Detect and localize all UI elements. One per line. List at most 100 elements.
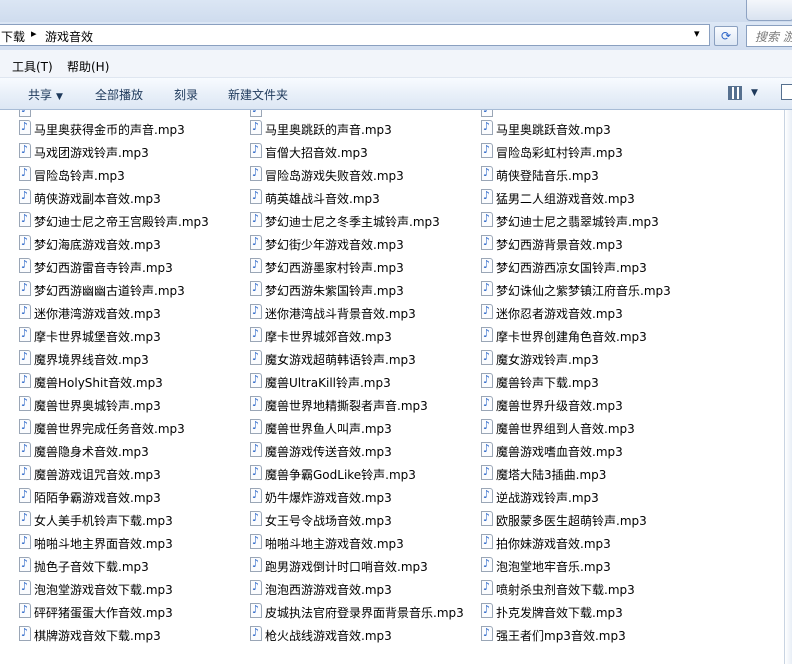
file-name: 魔兽隐身术音效.mp3: [34, 445, 149, 459]
audio-file-icon: [250, 350, 262, 365]
audio-file-icon: [481, 120, 493, 135]
file-name: 梦幻西游西凉女国铃声.mp3: [496, 261, 647, 275]
file-name: 猛男二人组游戏音效.mp3: [496, 192, 635, 206]
audio-file-icon: [19, 626, 31, 641]
file-name: 萌英雄战斗音效.mp3: [265, 192, 380, 206]
audio-file-icon: [481, 465, 493, 480]
audio-file-icon: [481, 419, 493, 434]
audio-file-icon: [250, 580, 262, 595]
address-history-dropdown-icon[interactable]: ▾: [694, 27, 700, 40]
file-name: 扑克发牌音效下载.mp3: [496, 606, 623, 620]
file-name: 冒险岛铃声.mp3: [34, 169, 125, 183]
file-name: 萌侠游戏副本音效.mp3: [34, 192, 161, 206]
scrollbar-edge[interactable]: [784, 110, 792, 664]
file-name: 喷射杀虫剂音效下载.mp3: [496, 583, 635, 597]
audio-file-icon: [250, 281, 262, 296]
audio-file-icon: [250, 626, 262, 641]
file-name: 魔兽HolyShit音效.mp3: [34, 376, 163, 390]
file-name: 冒险岛彩虹村铃声.mp3: [496, 146, 623, 160]
file-name: 梦幻海底游戏音效.mp3: [34, 238, 161, 252]
file-name: 魔兽世界奥城铃声.mp3: [34, 399, 161, 413]
audio-file-icon: [481, 511, 493, 526]
search-input[interactable]: 搜索 游: [746, 25, 792, 47]
preview-pane-icon[interactable]: [781, 84, 792, 100]
window-title-bar: [0, 0, 792, 22]
audio-file-icon: [19, 442, 31, 457]
file-name: 魔兽UltraKill铃声.mp3: [265, 376, 391, 390]
menu-bar: 工具(T) 帮助(H): [0, 50, 792, 78]
view-dropdown-icon[interactable]: ▼: [751, 88, 758, 98]
audio-file-icon: [481, 442, 493, 457]
audio-file-icon: [481, 212, 493, 227]
share-button[interactable]: 共享 ▼: [28, 86, 63, 103]
audio-file-icon: [481, 189, 493, 204]
file-name: 棋牌游戏音效下载.mp3: [34, 629, 161, 643]
audio-file-icon: [19, 557, 31, 572]
file-name: 魔兽世界组到人音效.mp3: [496, 422, 635, 436]
play-all-button[interactable]: 全部播放: [95, 86, 143, 103]
file-name: 梦幻西游墨家村铃声.mp3: [265, 261, 404, 275]
file-name: 抛色子音效下载.mp3: [34, 560, 149, 574]
audio-file-icon: [250, 110, 262, 117]
audio-file-icon: [481, 626, 493, 641]
file-name: 魔兽游戏嗜血音效.mp3: [496, 445, 623, 459]
file-name: 魔界境界线音效.mp3: [34, 353, 149, 367]
file-list[interactable]: 马里奥获得金币的声音.mp3 马戏团游戏铃声.mp3 冒险岛铃声.mp3 萌侠游戏副本…: [0, 110, 792, 664]
breadcrumb-game-sounds[interactable]: 游戏音效: [45, 28, 93, 45]
address-bar[interactable]: 下载 ▸ 游戏音效 ▾: [0, 24, 710, 46]
file-name: 魔兽铃声下载.mp3: [496, 376, 599, 390]
audio-file-icon: [250, 603, 262, 618]
audio-file-icon: [481, 258, 493, 273]
file-name: 泡泡堂游戏音效下载.mp3: [34, 583, 173, 597]
file-name: 砰砰猪蛋蛋大作音效.mp3: [34, 606, 173, 620]
file-name: 梦幻街少年游戏音效.mp3: [265, 238, 404, 252]
audio-file-icon: [481, 166, 493, 181]
audio-file-icon: [250, 373, 262, 388]
audio-file-icon: [19, 465, 31, 480]
audio-file-icon: [250, 120, 262, 135]
file-name: 啪啪斗地主游戏音效.mp3: [265, 537, 404, 551]
menu-tools[interactable]: 工具(T): [12, 58, 53, 75]
file-name: 枪火战线游戏音效.mp3: [265, 629, 392, 643]
audio-file-icon: [19, 373, 31, 388]
audio-file-icon: [481, 327, 493, 342]
file-name: 女王号令战场音效.mp3: [265, 514, 392, 528]
audio-file-icon: [19, 258, 31, 273]
breadcrumb-downloads[interactable]: 下载: [1, 28, 25, 45]
file-name: 迷你港湾游戏音效.mp3: [34, 307, 161, 321]
file-name: 马戏团游戏铃声.mp3: [34, 146, 149, 160]
audio-file-icon: [19, 281, 31, 296]
audio-file-icon: [250, 511, 262, 526]
file-name: 魔女游戏铃声.mp3: [496, 353, 599, 367]
file-name: 跑男游戏倒计时口哨音效.mp3: [265, 560, 428, 574]
file-name: 盲僧大招音效.mp3: [265, 146, 368, 160]
audio-file-icon: [19, 189, 31, 204]
view-options-icon[interactable]: [728, 86, 742, 100]
file-name: 梦幻西游朱紫国铃声.mp3: [265, 284, 404, 298]
minimize-button[interactable]: [746, 0, 792, 21]
audio-file-icon: [250, 396, 262, 411]
file-name: 迷你港湾战斗背景音效.mp3: [265, 307, 416, 321]
burn-button[interactable]: 刻录: [174, 86, 198, 103]
file-name: 梦幻诛仙之紫梦镇江府音乐.mp3: [496, 284, 671, 298]
file-name: 摩卡世界创建角色音效.mp3: [496, 330, 647, 344]
audio-file-icon: [19, 603, 31, 618]
new-folder-button[interactable]: 新建文件夹: [228, 86, 288, 103]
file-name: 魔兽世界地精撕裂者声音.mp3: [265, 399, 428, 413]
audio-file-icon: [19, 419, 31, 434]
audio-file-icon: [481, 396, 493, 411]
audio-file-icon: [481, 350, 493, 365]
refresh-icon[interactable]: ⟳: [714, 26, 738, 46]
file-name: 马里奥跳跃的声音.mp3: [265, 123, 392, 137]
audio-file-icon: [19, 304, 31, 319]
file-name: 泡泡堂地牢音乐.mp3: [496, 560, 611, 574]
file-name: 魔兽世界鱼人叫声.mp3: [265, 422, 392, 436]
file-name: 梦幻迪士尼之帝王宫殿铃声.mp3: [34, 215, 209, 229]
file-name: 梦幻迪士尼之冬季主城铃声.mp3: [265, 215, 440, 229]
audio-file-icon: [250, 327, 262, 342]
audio-file-icon: [19, 534, 31, 549]
breadcrumb-separator-icon[interactable]: ▸: [31, 27, 37, 40]
audio-file-icon: [481, 281, 493, 296]
menu-help[interactable]: 帮助(H): [67, 58, 109, 75]
audio-file-icon: [19, 143, 31, 158]
